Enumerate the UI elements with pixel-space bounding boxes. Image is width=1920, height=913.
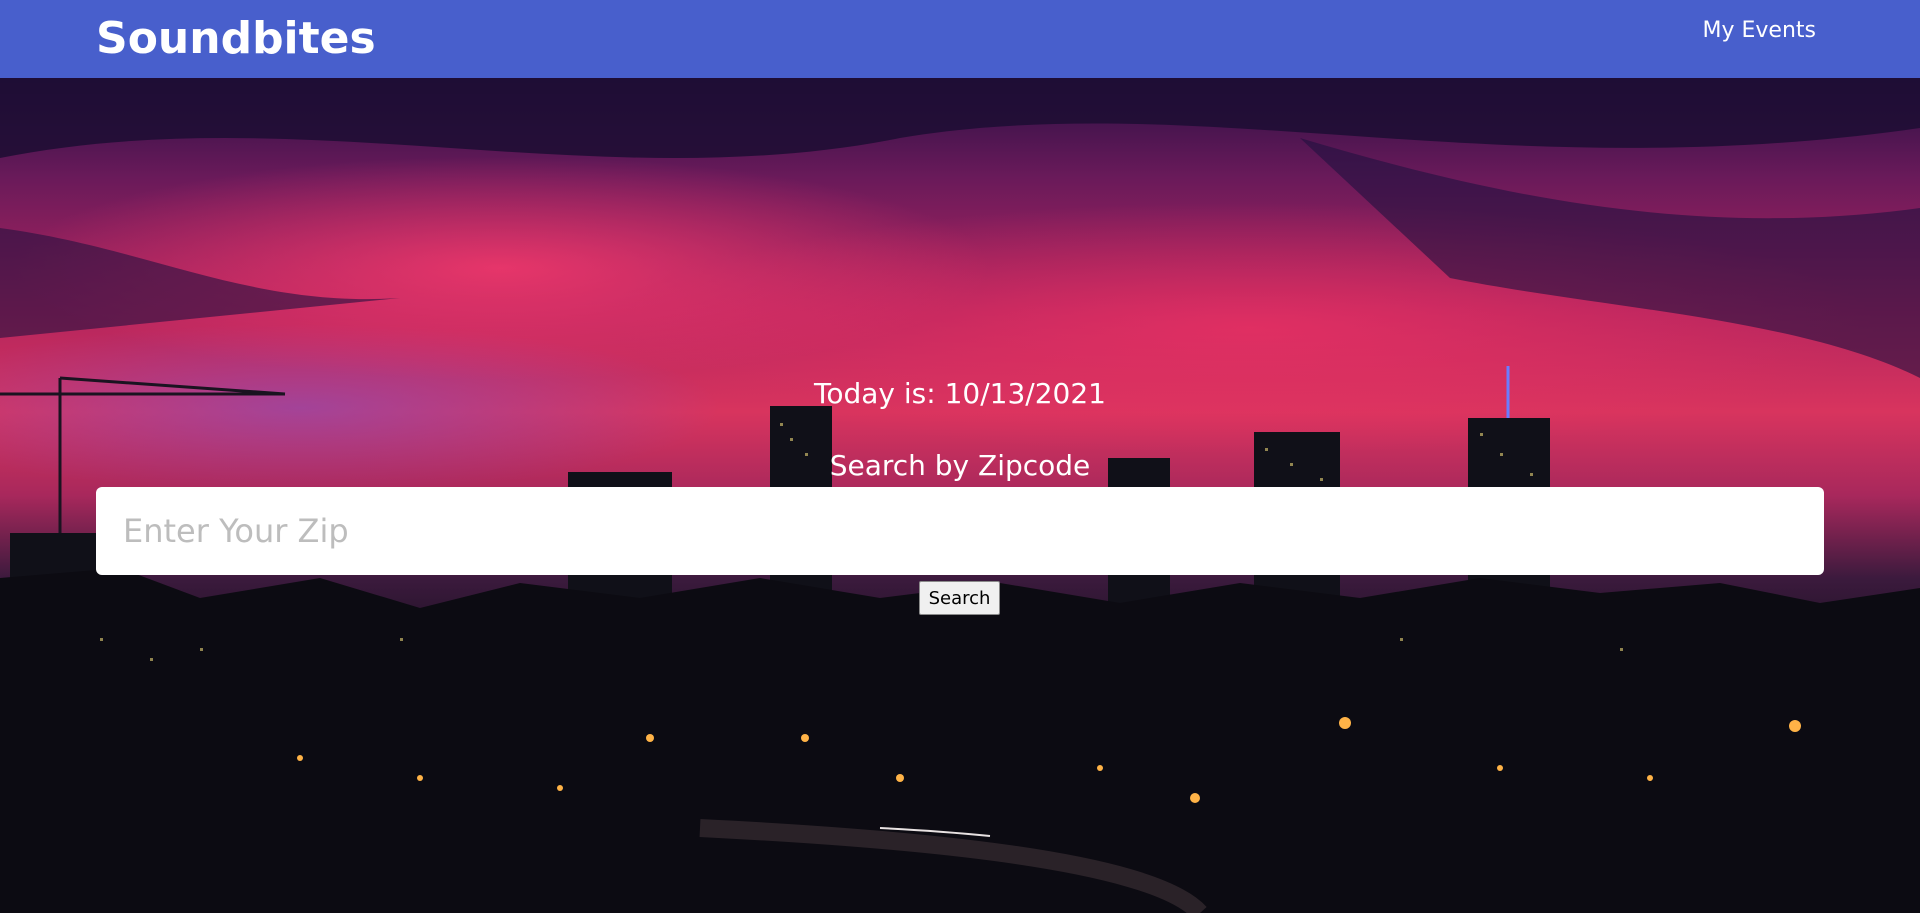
my-events-link[interactable]: My Events bbox=[1703, 16, 1816, 46]
today-date: Today is: 10/13/2021 bbox=[814, 377, 1106, 410]
search-heading: Search by Zipcode bbox=[829, 449, 1091, 482]
zip-input[interactable] bbox=[96, 487, 1824, 575]
search-button[interactable]: Search bbox=[919, 581, 1000, 615]
hero-section: Today is: 10/13/2021 Search by Zipcode S… bbox=[0, 78, 1920, 913]
site-brand[interactable]: Soundbites bbox=[96, 12, 376, 66]
navbar: Soundbites My Events bbox=[0, 0, 1920, 78]
